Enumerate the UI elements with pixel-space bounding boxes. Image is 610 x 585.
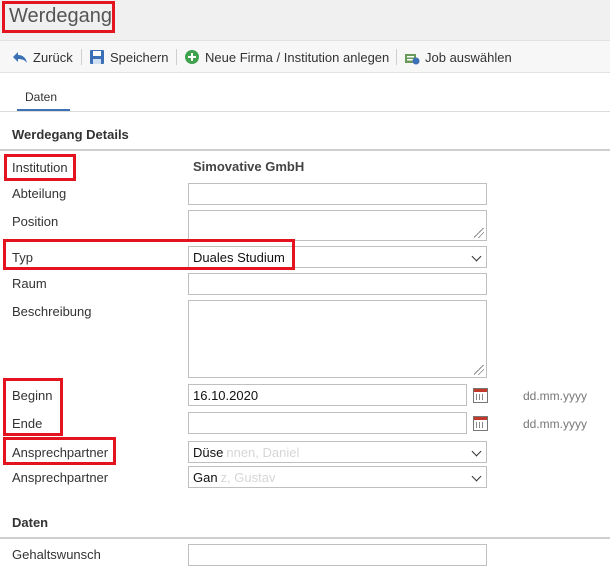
raum-input[interactable] [188, 273, 487, 295]
resize-handle-icon[interactable] [474, 365, 484, 375]
typ-label: Typ [12, 250, 33, 265]
floppy-disk-icon [89, 49, 105, 65]
ende-label: Ende [12, 416, 43, 431]
chevron-down-icon [471, 471, 482, 482]
beschreibung-textarea[interactable] [188, 300, 487, 378]
chevron-down-icon [471, 251, 482, 262]
save-button[interactable]: Speichern [89, 48, 169, 66]
section-title-details: Werdegang Details [12, 127, 129, 142]
chevron-down-icon [471, 446, 482, 457]
institution-value: Simovative GmbH [193, 159, 305, 174]
typ-selected-value: Duales Studium [193, 249, 285, 265]
ansprechpartner-blurred-value: z, Gustav [220, 469, 276, 485]
date-format-hint: dd.mm.yyyy [523, 389, 588, 403]
toolbar-divider [81, 49, 82, 65]
beginn-value: 16.10.2020 [193, 387, 259, 403]
new-company-label: Neue Firma / Institution anlegen [205, 49, 390, 65]
ansprechpartner-label: Ansprechpartner [12, 470, 109, 485]
beginn-date-input[interactable]: 16.10.2020 [188, 384, 467, 406]
save-label: Speichern [110, 49, 169, 65]
section-divider [0, 537, 610, 539]
back-label: Zurück [33, 49, 73, 65]
ansprechpartner-blurred-value: nnen, Daniel [226, 444, 300, 460]
select-job-label: Job auswählen [425, 49, 512, 65]
typ-select[interactable]: Duales Studium [188, 246, 487, 268]
calendar-icon[interactable] [473, 388, 488, 403]
beginn-label: Beginn [12, 388, 53, 403]
beschreibung-label: Beschreibung [12, 304, 92, 319]
section-title-daten: Daten [12, 515, 49, 530]
toolbar-divider [176, 49, 177, 65]
ansprechpartner-label: Ansprechpartner [12, 445, 109, 460]
tab-daten[interactable]: Daten [25, 90, 57, 104]
ansprechpartner-select[interactable]: Gan z, Gustav [188, 466, 487, 488]
tab-divider [0, 111, 610, 112]
back-button[interactable]: Zurück [12, 48, 73, 66]
gehaltswunsch-input[interactable] [188, 544, 487, 566]
position-textarea[interactable] [188, 210, 487, 241]
institution-label: Institution [12, 160, 68, 175]
back-arrow-icon [12, 49, 28, 65]
page-header: Werdegang [0, 0, 610, 40]
gehaltswunsch-label: Gehaltswunsch [12, 547, 101, 562]
raum-label: Raum [12, 276, 47, 291]
new-company-button[interactable]: Neue Firma / Institution anlegen [184, 48, 389, 66]
position-label: Position [12, 214, 59, 229]
ende-date-input[interactable] [188, 412, 467, 434]
section-divider [0, 149, 610, 151]
date-format-hint: dd.mm.yyyy [523, 417, 588, 431]
select-job-button[interactable]: Job auswählen [404, 48, 512, 66]
ansprechpartner-selected-value: Düse [193, 444, 224, 460]
ansprechpartner-selected-value: Gan [193, 469, 218, 485]
toolbar-divider [396, 49, 397, 65]
toolbar: Zurück Speichern Neue Firma / Institutio… [0, 40, 610, 73]
ansprechpartner-select[interactable]: Düse nnen, Daniel [188, 441, 487, 463]
add-circle-icon [184, 49, 200, 65]
calendar-icon[interactable] [473, 416, 488, 431]
abteilung-input[interactable] [188, 183, 487, 205]
resize-handle-icon[interactable] [474, 228, 484, 238]
page-title: Werdegang [9, 5, 113, 27]
abteilung-label: Abteilung [12, 186, 67, 201]
job-select-icon [404, 49, 420, 65]
